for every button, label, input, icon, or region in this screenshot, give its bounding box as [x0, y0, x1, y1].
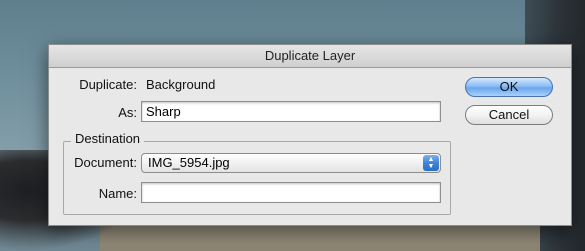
duplicate-layer-dialog: Duplicate Layer Duplicate: Background As… [48, 44, 572, 226]
select-stepper-icon: ▲ ▼ [423, 155, 439, 171]
document-select-value: IMG_5954.jpg [148, 155, 230, 170]
ok-button[interactable]: OK [465, 77, 553, 97]
duplicate-value: Background [146, 77, 216, 92]
as-field[interactable]: Sharp [141, 101, 441, 122]
document-select[interactable]: IMG_5954.jpg ▲ ▼ [141, 153, 441, 173]
cancel-button[interactable]: Cancel [465, 105, 553, 125]
as-label: As: [118, 105, 137, 120]
duplicate-label: Duplicate: [79, 77, 137, 92]
dialog-title: Duplicate Layer [49, 45, 571, 68]
document-label: Document: [74, 155, 137, 170]
destination-title: Destination [71, 131, 145, 146]
name-label: Name: [98, 186, 137, 201]
name-field[interactable] [141, 182, 441, 203]
